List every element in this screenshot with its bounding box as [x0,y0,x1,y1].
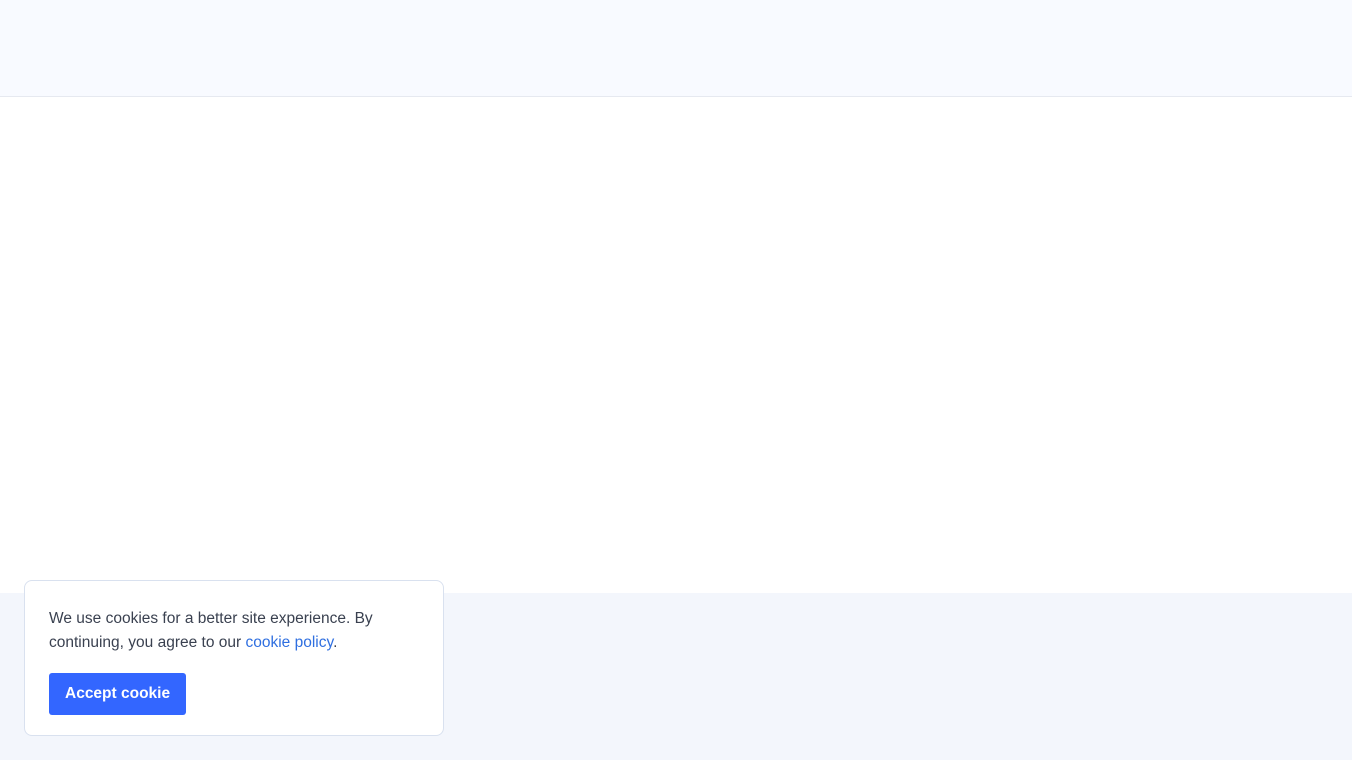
cookie-banner: We use cookies for a better site experie… [24,580,444,736]
top-header [0,0,1352,97]
cookie-message: We use cookies for a better site experie… [49,607,389,655]
main-content [0,97,1352,593]
accept-cookie-button[interactable]: Accept cookie [49,673,187,715]
cookie-message-period: . [333,634,338,651]
cookie-policy-link[interactable]: cookie policy [245,634,333,651]
